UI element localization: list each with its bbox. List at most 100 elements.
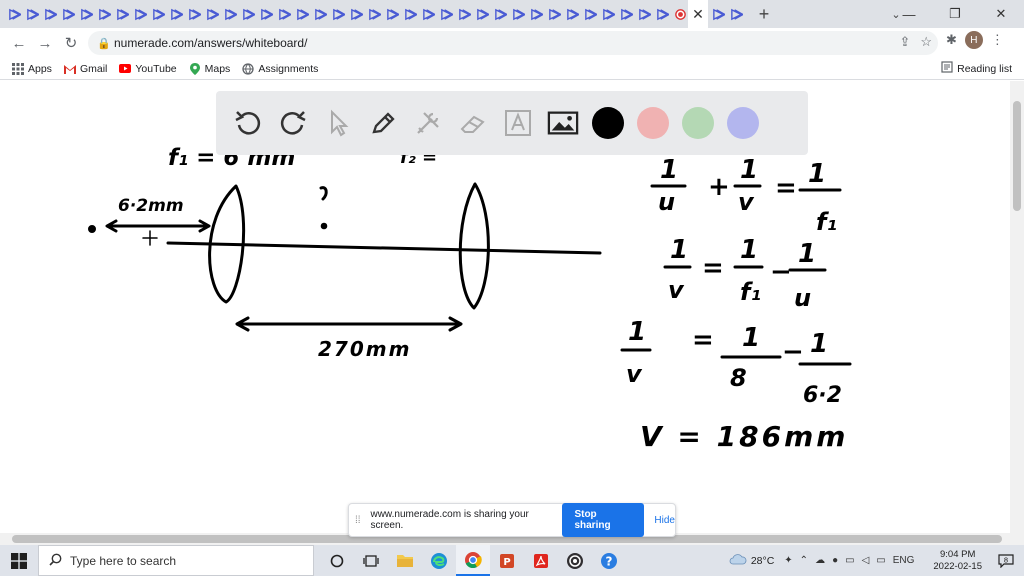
tab-favicon[interactable] bbox=[204, 6, 220, 22]
reading-list-button[interactable]: Reading list bbox=[941, 61, 1012, 76]
tab-favicon[interactable] bbox=[240, 6, 256, 22]
tab-favicon[interactable] bbox=[24, 6, 40, 22]
help-icon[interactable]: ? bbox=[592, 545, 626, 576]
bookmark-star-icon[interactable]: ☆ bbox=[920, 34, 932, 50]
edge-browser-icon[interactable] bbox=[422, 545, 456, 576]
tab-favicon[interactable] bbox=[474, 6, 490, 22]
text-icon[interactable] bbox=[502, 107, 534, 139]
vertical-scrollbar[interactable] bbox=[1010, 81, 1024, 533]
tab-favicon[interactable] bbox=[728, 6, 744, 22]
recording-tab-icon[interactable] bbox=[672, 6, 688, 22]
forward-arrow-icon[interactable]: → bbox=[32, 30, 58, 56]
url-text[interactable]: numerade.com/answers/whiteboard/ bbox=[114, 36, 307, 50]
pointer-icon[interactable] bbox=[322, 107, 354, 139]
drag-grip-icon[interactable]: ⁞⁞ bbox=[355, 515, 364, 526]
tab-favicon[interactable] bbox=[42, 6, 58, 22]
tab-favicon[interactable] bbox=[114, 6, 130, 22]
powerpoint-icon[interactable]: P bbox=[490, 545, 524, 576]
tools-icon[interactable] bbox=[412, 107, 444, 139]
tab-favicon[interactable] bbox=[186, 6, 202, 22]
back-arrow-icon[interactable]: ← bbox=[6, 30, 32, 56]
bookmark-apps[interactable]: Apps bbox=[12, 62, 52, 75]
tab-favicon[interactable] bbox=[654, 6, 670, 22]
tray-expand-icon[interactable]: ⌃ bbox=[800, 555, 808, 566]
tab-favicon[interactable] bbox=[78, 6, 94, 22]
windows-start-icon[interactable] bbox=[0, 545, 38, 576]
vertical-scroll-thumb[interactable] bbox=[1013, 101, 1021, 211]
acrobat-pdf-icon[interactable] bbox=[524, 545, 558, 576]
tab-favicon[interactable] bbox=[222, 6, 238, 22]
active-tab-close-button[interactable]: ✕ bbox=[688, 0, 708, 28]
tab-favicon[interactable] bbox=[330, 6, 346, 22]
pen-icon[interactable] bbox=[367, 107, 399, 139]
tab-favicon[interactable] bbox=[276, 6, 292, 22]
tab-favicon[interactable] bbox=[384, 6, 400, 22]
tab-favicon[interactable] bbox=[366, 6, 382, 22]
extensions-puzzle-icon[interactable]: ✱ bbox=[946, 32, 957, 48]
new-tab-button[interactable]: + bbox=[752, 2, 776, 26]
color-lavender-swatch[interactable] bbox=[727, 107, 759, 139]
tab-favicon[interactable] bbox=[582, 6, 598, 22]
clock[interactable]: 9:04 PM 2022-02-15 bbox=[933, 549, 982, 573]
file-explorer-icon[interactable] bbox=[388, 545, 422, 576]
lock-icon[interactable]: 🔒 bbox=[94, 37, 114, 50]
tab-favicon[interactable] bbox=[710, 6, 726, 22]
tab-favicon[interactable] bbox=[420, 6, 436, 22]
tab-favicon[interactable] bbox=[258, 6, 274, 22]
image-icon[interactable] bbox=[547, 107, 579, 139]
close-window-button[interactable]: ✕ bbox=[978, 0, 1024, 28]
bookmark-assignments[interactable]: Assignments bbox=[242, 63, 318, 75]
notification-center-icon[interactable]: 8 bbox=[994, 553, 1018, 568]
obs-recorder-icon[interactable] bbox=[558, 545, 592, 576]
color-pink-swatch[interactable] bbox=[637, 107, 669, 139]
tab-favicon[interactable] bbox=[402, 6, 418, 22]
eraser-icon[interactable] bbox=[457, 107, 489, 139]
reload-icon[interactable]: ↻ bbox=[58, 30, 84, 56]
volume-icon[interactable]: ◁ bbox=[862, 555, 870, 566]
undo-icon[interactable] bbox=[232, 107, 264, 139]
tab-favicon[interactable] bbox=[492, 6, 508, 22]
redo-icon[interactable] bbox=[277, 107, 309, 139]
tab-favicon[interactable] bbox=[6, 6, 22, 22]
cortana-circle-icon[interactable] bbox=[320, 545, 354, 576]
address-bar[interactable]: 🔒 numerade.com/answers/whiteboard/ ⇪ ☆ bbox=[88, 31, 938, 55]
color-black-swatch[interactable] bbox=[592, 107, 624, 139]
color-green-swatch[interactable] bbox=[682, 107, 714, 139]
minimize-button[interactable]: — bbox=[886, 0, 932, 28]
microphone-icon[interactable]: ● bbox=[832, 555, 838, 566]
tab-favicon[interactable] bbox=[294, 6, 310, 22]
tab-favicon[interactable] bbox=[312, 6, 328, 22]
profile-avatar[interactable]: H bbox=[964, 31, 983, 49]
tab-favicon[interactable] bbox=[438, 6, 454, 22]
tab-favicon[interactable] bbox=[564, 6, 580, 22]
tab-favicon[interactable] bbox=[96, 6, 112, 22]
bookmark-maps[interactable]: Maps bbox=[189, 62, 230, 75]
tab-favicon[interactable] bbox=[510, 6, 526, 22]
task-view-icon[interactable] bbox=[354, 545, 388, 576]
network-icon[interactable]: ▭ bbox=[845, 555, 854, 566]
tab-favicon[interactable] bbox=[456, 6, 472, 22]
bookmark-gmail[interactable]: Gmail bbox=[63, 63, 107, 75]
tab-favicon[interactable] bbox=[636, 6, 652, 22]
tab-favicon[interactable] bbox=[546, 6, 562, 22]
chrome-browser-icon[interactable] bbox=[456, 545, 490, 576]
taskbar-search-box[interactable]: Type here to search bbox=[38, 545, 314, 576]
bookmark-youtube[interactable]: YouTube bbox=[119, 63, 177, 75]
battery-icon[interactable]: ▭ bbox=[876, 555, 885, 566]
language-indicator[interactable]: ENG bbox=[893, 555, 915, 566]
share-icon[interactable]: ⇪ bbox=[899, 34, 910, 50]
tab-favicon[interactable] bbox=[600, 6, 616, 22]
tab-favicon[interactable] bbox=[618, 6, 634, 22]
menu-kebab-icon[interactable]: ⋮ bbox=[991, 32, 1004, 48]
stop-sharing-button[interactable]: Stop sharing bbox=[562, 503, 645, 537]
tab-favicon[interactable] bbox=[168, 6, 184, 22]
restore-button[interactable]: ❐ bbox=[932, 0, 978, 28]
hide-button[interactable]: Hide bbox=[654, 515, 675, 526]
tab-favicon[interactable] bbox=[528, 6, 544, 22]
tab-favicon[interactable] bbox=[348, 6, 364, 22]
tab-favicon[interactable] bbox=[60, 6, 76, 22]
dropbox-icon[interactable]: ✦ bbox=[784, 555, 792, 566]
weather-widget[interactable]: 28°C bbox=[729, 553, 774, 568]
tab-favicon[interactable] bbox=[132, 6, 148, 22]
onedrive-icon[interactable]: ☁ bbox=[815, 555, 825, 566]
